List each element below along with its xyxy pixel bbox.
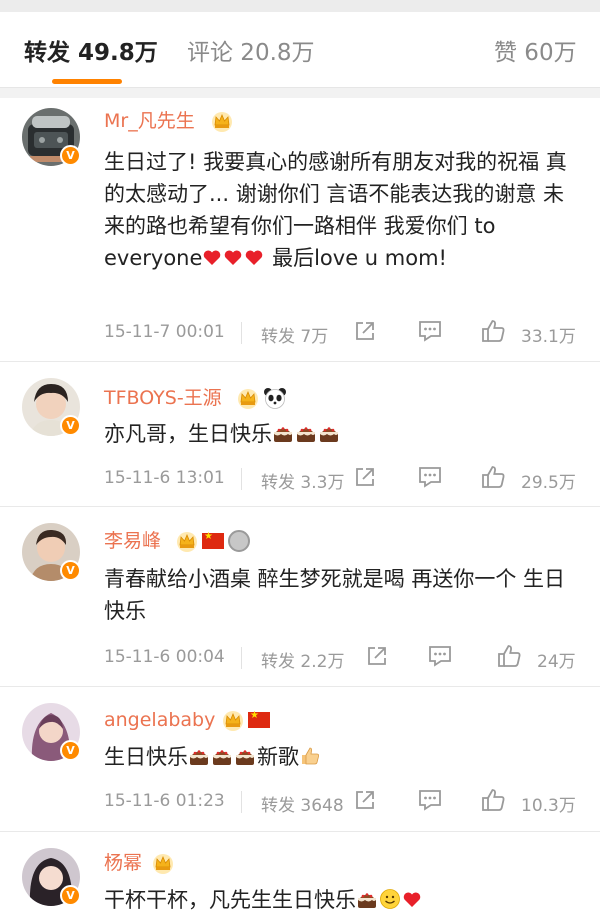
comment-time: 15-11-6 00:04 [104,647,225,667]
smile-emoji [379,888,401,910]
crown-icon [222,709,244,731]
verified-badge: V [60,415,81,436]
like-count: 29.5万 [521,473,576,493]
comment-item: V 李易峰 青春献给小酒桌 醉生梦死就是喝 再送你一个 生日快乐 15-11-6… [0,507,600,687]
cake-emoji [272,422,294,444]
username[interactable]: 杨幂 [104,851,142,875]
medal-icon [228,530,250,552]
tab-comment[interactable]: 评论 20.8万 [187,38,315,68]
comment-body: 干杯干杯，凡先生生日快乐 [104,888,356,911]
comment-body: 生日快乐 [104,745,188,769]
cake-emoji [356,888,378,910]
divider [241,791,242,813]
like-count: 10.3万 [521,796,576,816]
crown-icon [211,110,233,132]
username[interactable]: TFBOYS-王源 [104,386,222,410]
comment-body-tail: 最后love u mom! [265,246,447,270]
like-icon[interactable] [480,318,506,344]
username[interactable]: angelababy [104,708,215,732]
reply-icon[interactable] [418,320,442,342]
repost-count[interactable]: 转发 3648 [261,791,344,816]
crown-icon [152,852,174,874]
verified-badge: V [60,885,81,906]
comment-item: V angelababy 生日快乐 新歌 15-11-6 01:23 转发 364… [0,687,600,832]
cake-emoji [295,422,317,444]
tab-like[interactable]: 赞 60万 [494,38,577,68]
panda-emoji [264,388,286,409]
comment-text: 亦凡哥，生日快乐 [104,418,582,450]
comment-time: 15-11-6 13:01 [104,468,225,488]
comment-body: 青春献给小酒桌 醉生梦死就是喝 再送你一个 生日快乐 [104,567,566,623]
like-icon[interactable] [480,464,506,490]
tab-bar: 转发 49.8万 评论 20.8万 赞 60万 [0,12,600,88]
divider [241,468,242,490]
comment-text: 青春献给小酒桌 醉生梦死就是喝 再送你一个 生日快乐 [104,563,582,627]
comment-meta: 15-11-6 00:04 转发 2.2万 24万 [104,643,584,673]
top-status-strip [0,0,600,12]
reply-icon[interactable] [428,645,452,667]
username[interactable]: 李易峰 [104,529,161,553]
cake-emoji [234,745,256,767]
comment-item: V TFBOYS-王源 亦凡哥，生日快乐 15-11-6 13:01 转发 3.… [0,362,600,507]
tab-repost[interactable]: 转发 49.8万 [24,38,158,68]
divider [241,322,242,344]
user-badges [237,386,287,410]
comment-text: 干杯干杯，凡先生生日快乐 [104,884,582,911]
user-badges [222,708,270,732]
active-tab-indicator [52,79,122,84]
reply-icon[interactable] [418,466,442,488]
share-icon[interactable] [354,320,376,342]
thumbs-up-emoji [299,745,321,767]
section-gap [0,88,600,98]
divider [241,647,242,669]
like-count: 33.1万 [521,327,576,347]
cake-emoji [211,745,233,767]
repost-count[interactable]: 转发 7万 [261,322,328,347]
user-badges [152,851,174,875]
crown-icon [237,387,259,409]
heart-emoji [223,248,243,268]
comment-text: 生日过了! 我要真心的感谢所有朋友对我的祝福 真的太感动了... 谢谢你们 言语… [104,146,582,274]
reply-icon[interactable] [418,789,442,811]
username[interactable]: Mr_凡先生 [104,109,195,133]
repost-count[interactable]: 转发 3.3万 [261,468,344,493]
heart-emoji [202,248,222,268]
comment-text: 生日快乐 新歌 [104,741,582,773]
repost-count[interactable]: 转发 2.2万 [261,647,344,672]
comment-item: V Mr_凡先生 生日过了! 我要真心的感谢所有朋友对我的祝福 真的太感动了..… [0,98,600,362]
like-icon[interactable] [496,643,522,669]
user-badges [176,529,250,553]
comment-time: 15-11-6 01:23 [104,791,225,811]
like-count: 24万 [537,652,576,672]
crown-icon [176,530,198,552]
comment-meta: 15-11-6 01:23 转发 3648 10.3万 [104,787,584,817]
heart-emoji [244,248,264,268]
comment-meta: 15-11-7 00:01 转发 7万 33.1万 [104,318,584,348]
verified-badge: V [60,145,81,166]
comment-time: 15-11-7 00:01 [104,322,225,342]
like-icon[interactable] [480,787,506,813]
china-flag-icon [202,531,224,549]
comment-body-tail: 新歌 [257,745,299,769]
user-badges [211,109,233,133]
comment-meta: 15-11-6 13:01 转发 3.3万 29.5万 [104,464,584,494]
share-icon[interactable] [354,466,376,488]
cake-emoji [318,422,340,444]
china-flag-icon [248,710,270,728]
share-icon[interactable] [354,789,376,811]
heart-emoji [402,890,422,910]
verified-badge: V [60,740,81,761]
share-icon[interactable] [366,645,388,667]
comment-body: 亦凡哥，生日快乐 [104,422,272,446]
comment-item: V 杨幂 干杯干杯，凡先生生日快乐 [0,832,600,911]
cake-emoji [188,745,210,767]
verified-badge: V [60,560,81,581]
